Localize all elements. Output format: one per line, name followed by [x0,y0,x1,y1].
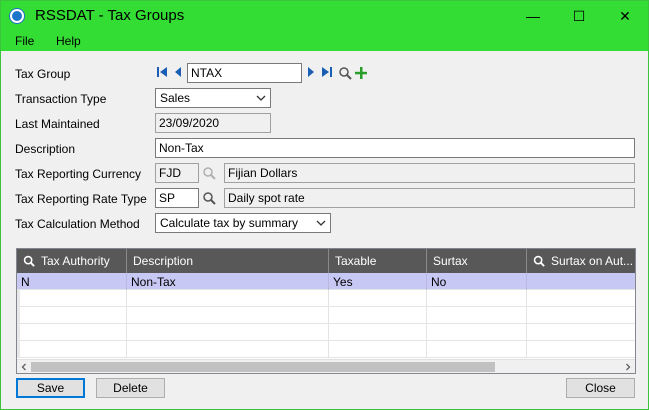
tax-reporting-currency-label: Tax Reporting Currency [15,167,142,181]
cell-taxable[interactable]: Yes [329,273,427,290]
transaction-type-label: Transaction Type [15,92,107,106]
transaction-type-value: Sales [160,91,191,105]
cell-empty[interactable] [127,307,329,324]
app-window: RSSDAT - Tax Groups — ☐ ✕ File Help Tax … [0,0,649,410]
minimize-button[interactable]: — [510,1,556,31]
menu-bar: File Help [1,31,648,51]
column-header-taxable[interactable]: Taxable [329,249,427,273]
close-button[interactable]: Close [566,378,635,398]
scrollbar-thumb[interactable] [31,362,495,372]
tax-reporting-rate-type-name: Daily spot rate [224,188,635,208]
grid-header: Tax Authority Description Taxable Surtax… [17,249,635,273]
menu-help[interactable]: Help [56,34,81,48]
previous-record-icon[interactable] [173,65,183,82]
tax-reporting-rate-type-input[interactable]: SP [155,188,199,208]
last-maintained-value: 23/09/2020 [155,113,271,133]
search-icon [533,255,545,267]
cell-empty[interactable] [127,290,329,307]
chevron-down-icon [256,91,266,108]
delete-button[interactable]: Delete [96,378,165,398]
description-label: Description [15,142,76,156]
cell-empty[interactable] [427,341,527,358]
tax-calculation-method-value: Calculate tax by summary [160,216,299,230]
description-input[interactable]: Non-Tax [155,138,635,158]
column-label: Tax Authority [41,254,110,268]
search-icon [23,255,35,267]
table-row[interactable] [17,307,635,324]
column-header-description[interactable]: Description [127,249,329,273]
column-header-surtax-on-authority[interactable]: Surtax on Aut... [527,249,635,273]
menu-file[interactable]: File [15,34,34,48]
cell-empty[interactable] [329,341,427,358]
save-button[interactable]: Save [16,378,85,398]
currency-finder-icon [202,166,216,180]
cell-surtax[interactable]: No [427,273,527,290]
chevron-down-icon [316,216,326,233]
cell-empty[interactable] [17,341,127,358]
cell-empty[interactable] [329,324,427,341]
cell-tax-authority[interactable]: N [17,273,127,290]
app-icon [10,9,24,23]
tax-reporting-currency-code: FJD [155,163,199,183]
maximize-icon: ☐ [572,7,586,24]
transaction-type-select[interactable]: Sales [155,88,271,108]
new-record-icon[interactable] [354,66,368,80]
tax-group-input[interactable]: NTAX [187,63,302,83]
cell-empty[interactable] [329,290,427,307]
cell-empty[interactable] [329,307,427,324]
table-row[interactable]: N Non-Tax Yes No [17,273,635,290]
maximize-button[interactable]: ☐ [556,1,602,31]
tax-authorities-grid[interactable]: Tax Authority Description Taxable Surtax… [16,248,636,374]
horizontal-scrollbar[interactable] [17,359,635,373]
last-maintained-label: Last Maintained [15,117,100,131]
scroll-right-icon[interactable] [621,360,635,373]
tax-reporting-currency-name: Fijian Dollars [224,163,635,183]
cell-empty[interactable] [427,290,527,307]
tax-group-label: Tax Group [15,67,71,81]
window-title: RSSDAT - Tax Groups [35,7,185,24]
cell-empty[interactable] [127,341,329,358]
cell-empty[interactable] [17,307,127,324]
table-row[interactable] [17,290,635,307]
column-header-surtax[interactable]: Surtax [427,249,527,273]
column-label: Surtax on Aut... [551,254,634,268]
column-header-tax-authority[interactable]: Tax Authority [17,249,127,273]
table-row[interactable] [17,324,635,341]
scroll-left-icon[interactable] [17,360,31,373]
last-record-icon[interactable] [321,65,333,82]
cell-empty[interactable] [127,324,329,341]
rate-type-finder-icon[interactable] [202,191,216,205]
close-window-button[interactable]: ✕ [602,1,648,31]
tax-calculation-method-label: Tax Calculation Method [15,217,140,231]
cell-surtax-on-authority[interactable] [527,273,635,290]
cell-empty[interactable] [17,324,127,341]
tax-calculation-method-select[interactable]: Calculate tax by summary [155,213,331,233]
close-icon: ✕ [619,7,631,24]
tax-reporting-rate-type-label: Tax Reporting Rate Type [15,192,147,206]
cell-description[interactable]: Non-Tax [127,273,329,290]
next-record-icon[interactable] [306,65,316,82]
table-row[interactable] [17,341,635,358]
first-record-icon[interactable] [156,65,168,82]
cell-empty[interactable] [427,324,527,341]
title-bar[interactable]: RSSDAT - Tax Groups — ☐ ✕ [1,1,648,31]
cell-empty[interactable] [17,290,127,307]
minimize-icon: — [526,8,540,24]
tax-group-finder-icon[interactable] [338,66,352,80]
cell-empty[interactable] [427,307,527,324]
